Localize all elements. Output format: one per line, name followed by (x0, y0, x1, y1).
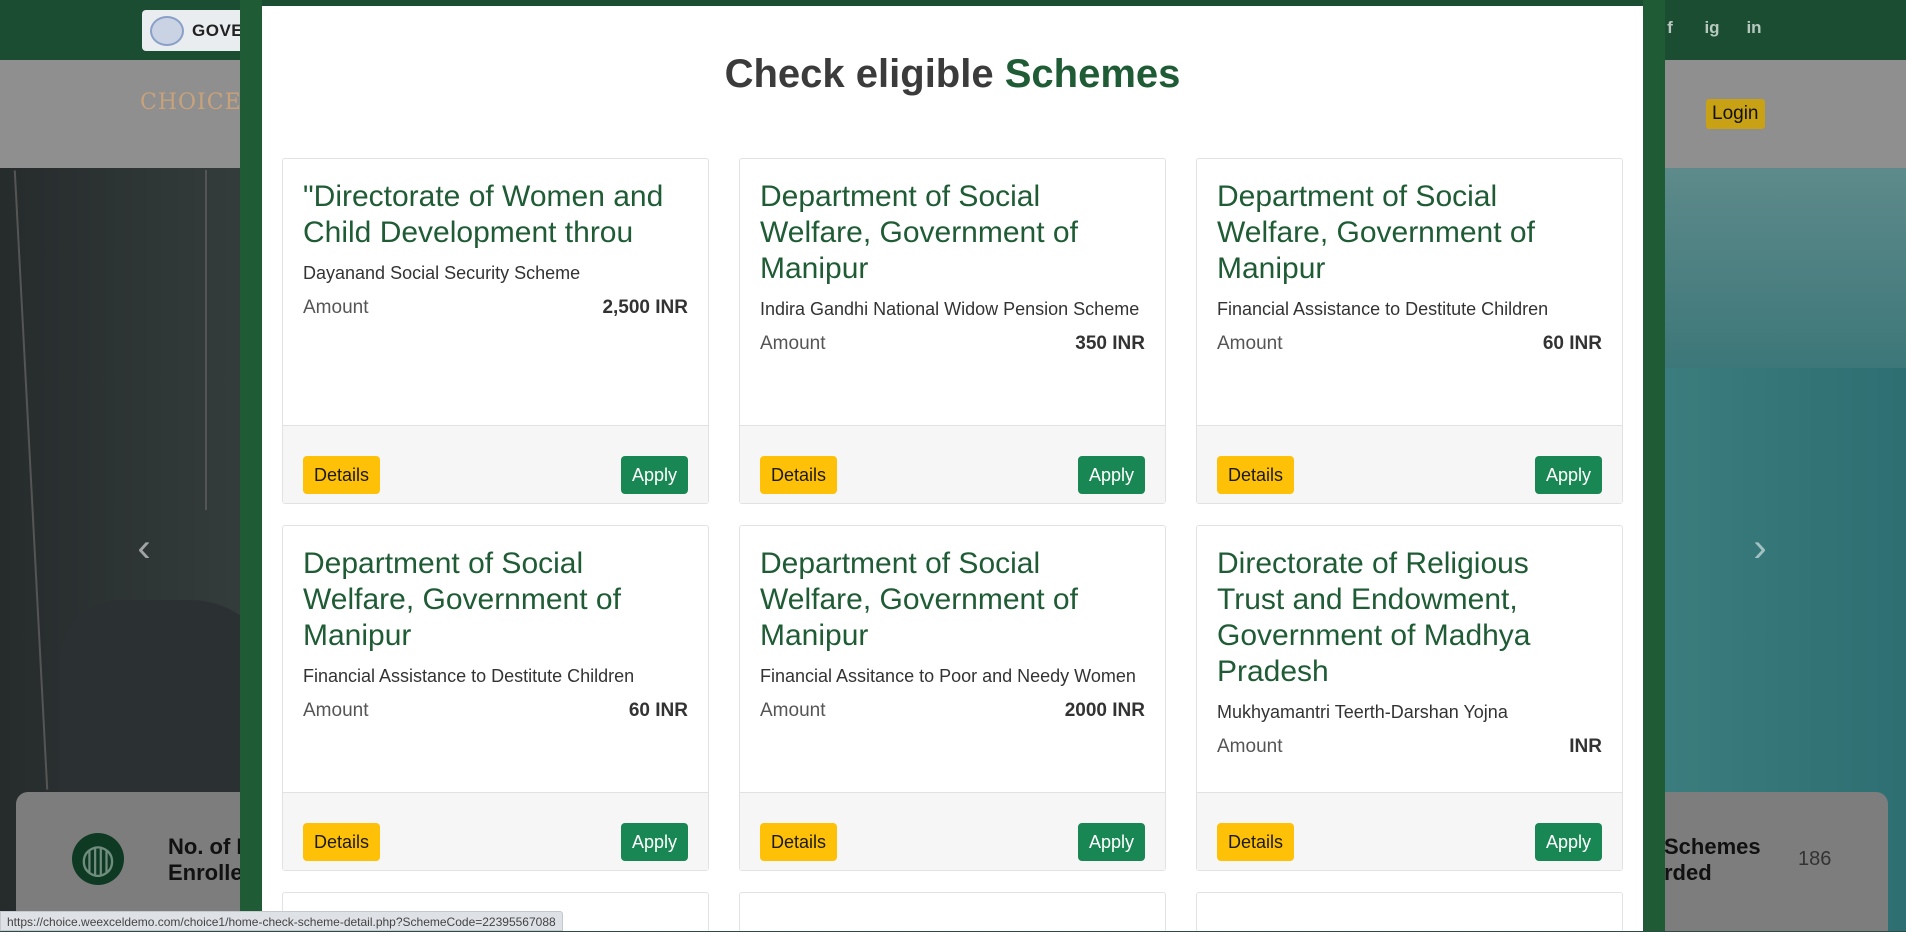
amount-value: INR (1569, 736, 1602, 757)
card-amount-row: Amount 350 INR (760, 333, 1145, 355)
carousel-prev-icon[interactable]: ‹ (130, 528, 158, 568)
scheme-card-grid: "Directorate of Women and Child Developm… (282, 158, 1628, 931)
card-scheme-name: Financial Assistance to Destitute Childr… (1217, 299, 1549, 319)
card-department: "Directorate of Women and Child Developm… (303, 180, 664, 249)
eligible-schemes-modal: Check eligible Schemes "Directorate of W… (262, 6, 1643, 931)
instagram-icon[interactable]: ig (1702, 18, 1722, 38)
card-amount-row: Amount 60 INR (1217, 333, 1602, 355)
hero-decor (1660, 168, 1906, 368)
card-footer: Details Apply (1197, 425, 1622, 503)
amount-value: 2000 INR (1064, 700, 1145, 721)
apply-button[interactable]: Apply (1534, 456, 1602, 494)
scheme-card (1196, 892, 1623, 931)
amount-label: Amount (1217, 333, 1283, 354)
scheme-card: "Directorate of Women and Child Developm… (282, 158, 709, 504)
card-department: Department of Social Welfare, Government… (303, 547, 621, 652)
amount-label: Amount (303, 700, 369, 721)
brand-logo[interactable]: CHOICE (140, 90, 242, 115)
amount-label: Amount (760, 700, 826, 721)
scheme-card: Department of Social Welfare, Government… (739, 158, 1166, 504)
details-button[interactable]: Details (303, 823, 381, 861)
card-amount-row: Amount 2,500 INR (303, 297, 688, 319)
card-department: Directorate of Religious Trust and Endow… (1217, 547, 1531, 688)
card-scheme-name: Dayanand Social Security Scheme (303, 263, 581, 283)
apply-button[interactable]: Apply (620, 456, 688, 494)
apply-button[interactable]: Apply (1077, 456, 1145, 494)
card-footer: Details Apply (283, 425, 708, 503)
globe-icon: ◍ (72, 833, 124, 885)
details-button[interactable]: Details (1217, 823, 1295, 861)
card-footer: Details Apply (740, 792, 1165, 870)
carousel-next-icon[interactable]: › (1746, 528, 1774, 568)
scheme-card: Department of Social Welfare, Government… (282, 525, 709, 871)
apply-button[interactable]: Apply (620, 823, 688, 861)
amount-value: 2,500 INR (602, 297, 688, 318)
amount-label: Amount (760, 333, 826, 354)
amount-label: Amount (303, 297, 369, 318)
scheme-card: Directorate of Religious Trust and Endow… (1196, 525, 1623, 871)
card-footer: Details Apply (740, 425, 1165, 503)
details-button[interactable]: Details (1217, 456, 1295, 494)
card-department: Department of Social Welfare, Government… (760, 547, 1078, 652)
social-links: f ig in (1660, 18, 1764, 38)
card-department: Department of Social Welfare, Government… (760, 180, 1078, 285)
modal-backdrop-edge (240, 0, 262, 931)
stat-value-schemes: 186 (1798, 848, 1832, 870)
linkedin-icon[interactable]: in (1744, 18, 1764, 38)
apply-button[interactable]: Apply (1077, 823, 1145, 861)
government-label: GOVE (192, 20, 244, 40)
scheme-card: Department of Social Welfare, Government… (739, 525, 1166, 871)
card-footer: Details Apply (283, 792, 708, 870)
hero-decor (205, 170, 207, 510)
scheme-card (739, 892, 1166, 931)
card-scheme-name: Indira Gandhi National Widow Pension Sch… (760, 299, 1140, 319)
card-amount-row: Amount INR (1217, 736, 1602, 758)
card-department: Department of Social Welfare, Government… (1217, 180, 1535, 285)
modal-title: Check eligible Schemes (724, 52, 1181, 96)
card-footer: Details Apply (1197, 792, 1622, 870)
apply-button[interactable]: Apply (1534, 823, 1602, 861)
status-bar-url: https://choice.weexceldemo.com/choice1/h… (0, 911, 563, 931)
details-button[interactable]: Details (760, 823, 838, 861)
scheme-card: Department of Social Welfare, Government… (1196, 158, 1623, 504)
card-amount-row: Amount 60 INR (303, 700, 688, 722)
stat-label-enrolled: No. of F Enrolle (168, 834, 250, 885)
stat-label-schemes: Schemes rded (1664, 834, 1761, 885)
emblem-icon (150, 15, 184, 46)
login-button[interactable]: Login (1706, 99, 1765, 129)
card-scheme-name: Financial Assistance to Destitute Childr… (303, 666, 635, 686)
details-button[interactable]: Details (760, 456, 838, 494)
card-scheme-name: Financial Assitance to Poor and Needy Wo… (760, 666, 1136, 686)
amount-value: 350 INR (1075, 333, 1145, 354)
modal-backdrop-edge (1643, 0, 1665, 931)
amount-value: 60 INR (1542, 333, 1602, 354)
details-button[interactable]: Details (303, 456, 381, 494)
card-amount-row: Amount 2000 INR (760, 700, 1145, 722)
card-scheme-name: Mukhyamantri Teerth-Darshan Yojna (1217, 702, 1508, 722)
amount-value: 60 INR (628, 700, 688, 721)
amount-label: Amount (1217, 736, 1283, 757)
